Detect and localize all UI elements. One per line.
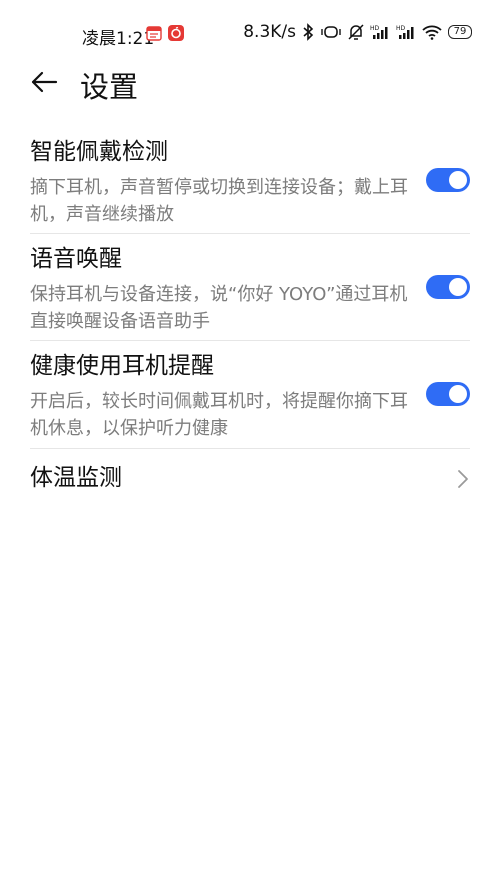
setting-description: 摘下耳机，声音暂停或切换到连接设备；戴上耳机，声音继续播放 <box>30 177 408 225</box>
setting-title: 语音唤醒 <box>30 246 122 272</box>
setting-temperature-monitor[interactable]: 体温监测 <box>30 462 470 496</box>
chevron-right-icon <box>458 470 468 488</box>
mute-bell-icon <box>348 24 364 40</box>
battery-icon: 79 <box>448 25 472 39</box>
health-reminder-toggle[interactable] <box>426 382 470 406</box>
bluetooth-icon <box>303 23 314 41</box>
voice-wakeup-toggle[interactable] <box>426 275 470 299</box>
netease-music-icon <box>168 25 184 41</box>
hd-signal-icon: HD <box>370 25 388 39</box>
wear-detection-toggle[interactable] <box>426 168 470 192</box>
setting-title: 智能佩戴检测 <box>30 139 168 165</box>
page-title: 设置 <box>80 70 139 104</box>
hd-signal-icon: HD <box>396 25 414 39</box>
setting-description: 保持耳机与设备连接，说“你好 YOYO”通过耳机直接唤醒设备语音助手 <box>30 284 408 332</box>
svg-text:HD: HD <box>370 25 380 32</box>
divider <box>30 448 470 449</box>
setting-wear-detection: 智能佩戴检测 摘下耳机，声音暂停或切换到连接设备；戴上耳机，声音继续播放 <box>30 136 470 226</box>
toggle-knob <box>449 171 467 189</box>
status-right: 8.3K/s HD HD 79 <box>243 22 472 42</box>
setting-description: 开启后，较长时间佩戴耳机时，将提醒你摘下耳机休息，以保护听力健康 <box>30 391 408 439</box>
top-bar: 设置 <box>0 58 500 108</box>
back-arrow-icon[interactable] <box>30 68 58 96</box>
toggle-knob <box>449 278 467 296</box>
vibrate-icon <box>321 26 341 38</box>
setting-title: 健康使用耳机提醒 <box>30 353 214 379</box>
setting-voice-wakeup: 语音唤醒 保持耳机与设备连接，说“你好 YOYO”通过耳机直接唤醒设备语音助手 <box>30 243 470 333</box>
toggle-knob <box>449 385 467 403</box>
wifi-icon <box>422 25 442 40</box>
svg-text:HD: HD <box>396 25 406 32</box>
status-time: 凌晨1:21 <box>82 29 155 49</box>
setting-title: 体温监测 <box>30 465 122 491</box>
setting-health-reminder: 健康使用耳机提醒 开启后，较长时间佩戴耳机时，将提醒你摘下耳机休息，以保护听力健… <box>30 350 470 440</box>
calendar-notification-icon <box>146 26 162 41</box>
divider <box>30 233 470 234</box>
net-speed: 8.3K/s <box>243 22 296 42</box>
divider <box>30 340 470 341</box>
